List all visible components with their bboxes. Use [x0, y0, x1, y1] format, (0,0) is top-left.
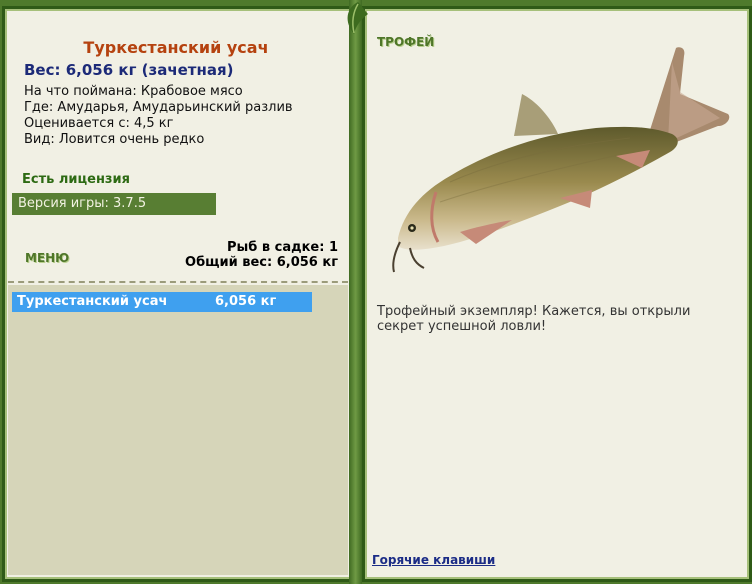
- fish-list-item-selected[interactable]: Туркестанский усач 6,056 кг: [12, 292, 312, 312]
- license-status: Есть лицензия: [22, 172, 130, 187]
- barbel-fish-image: [392, 47, 730, 273]
- fish-valuation: Оценивается с: 4,5 кг: [24, 116, 174, 131]
- fish-rarity: Вид: Ловится очень редко: [24, 132, 205, 147]
- hotkeys-link[interactable]: Горячие клавиши: [372, 553, 495, 567]
- cage-fish-count: Рыб в садке: 1: [226, 240, 338, 255]
- list-item-name: Туркестанский усач: [17, 294, 168, 309]
- leaf-ornament-icon: [347, 2, 368, 34]
- cage-total-weight: Общий вес: 6,056 кг: [185, 255, 338, 270]
- game-version: Версия игры: 3.7.5: [12, 193, 216, 215]
- vine-divider: [349, 0, 362, 584]
- trophy-message: Трофейный экземпляр! Кажется, вы открыли…: [377, 304, 691, 334]
- dashed-divider: [8, 281, 348, 283]
- fish-bait: На что поймана: Крабовое мясо: [24, 84, 243, 99]
- fish-list: [8, 285, 348, 575]
- list-item-weight: 6,056 кг: [215, 294, 277, 309]
- fish-location: Где: Амударья, Амударьинский разлив: [24, 100, 293, 115]
- fish-title: Туркестанский усач: [83, 38, 269, 57]
- fish-weight: Вес: 6,056 кг (зачетная): [24, 61, 234, 79]
- menu-button[interactable]: МЕНЮ: [25, 251, 69, 265]
